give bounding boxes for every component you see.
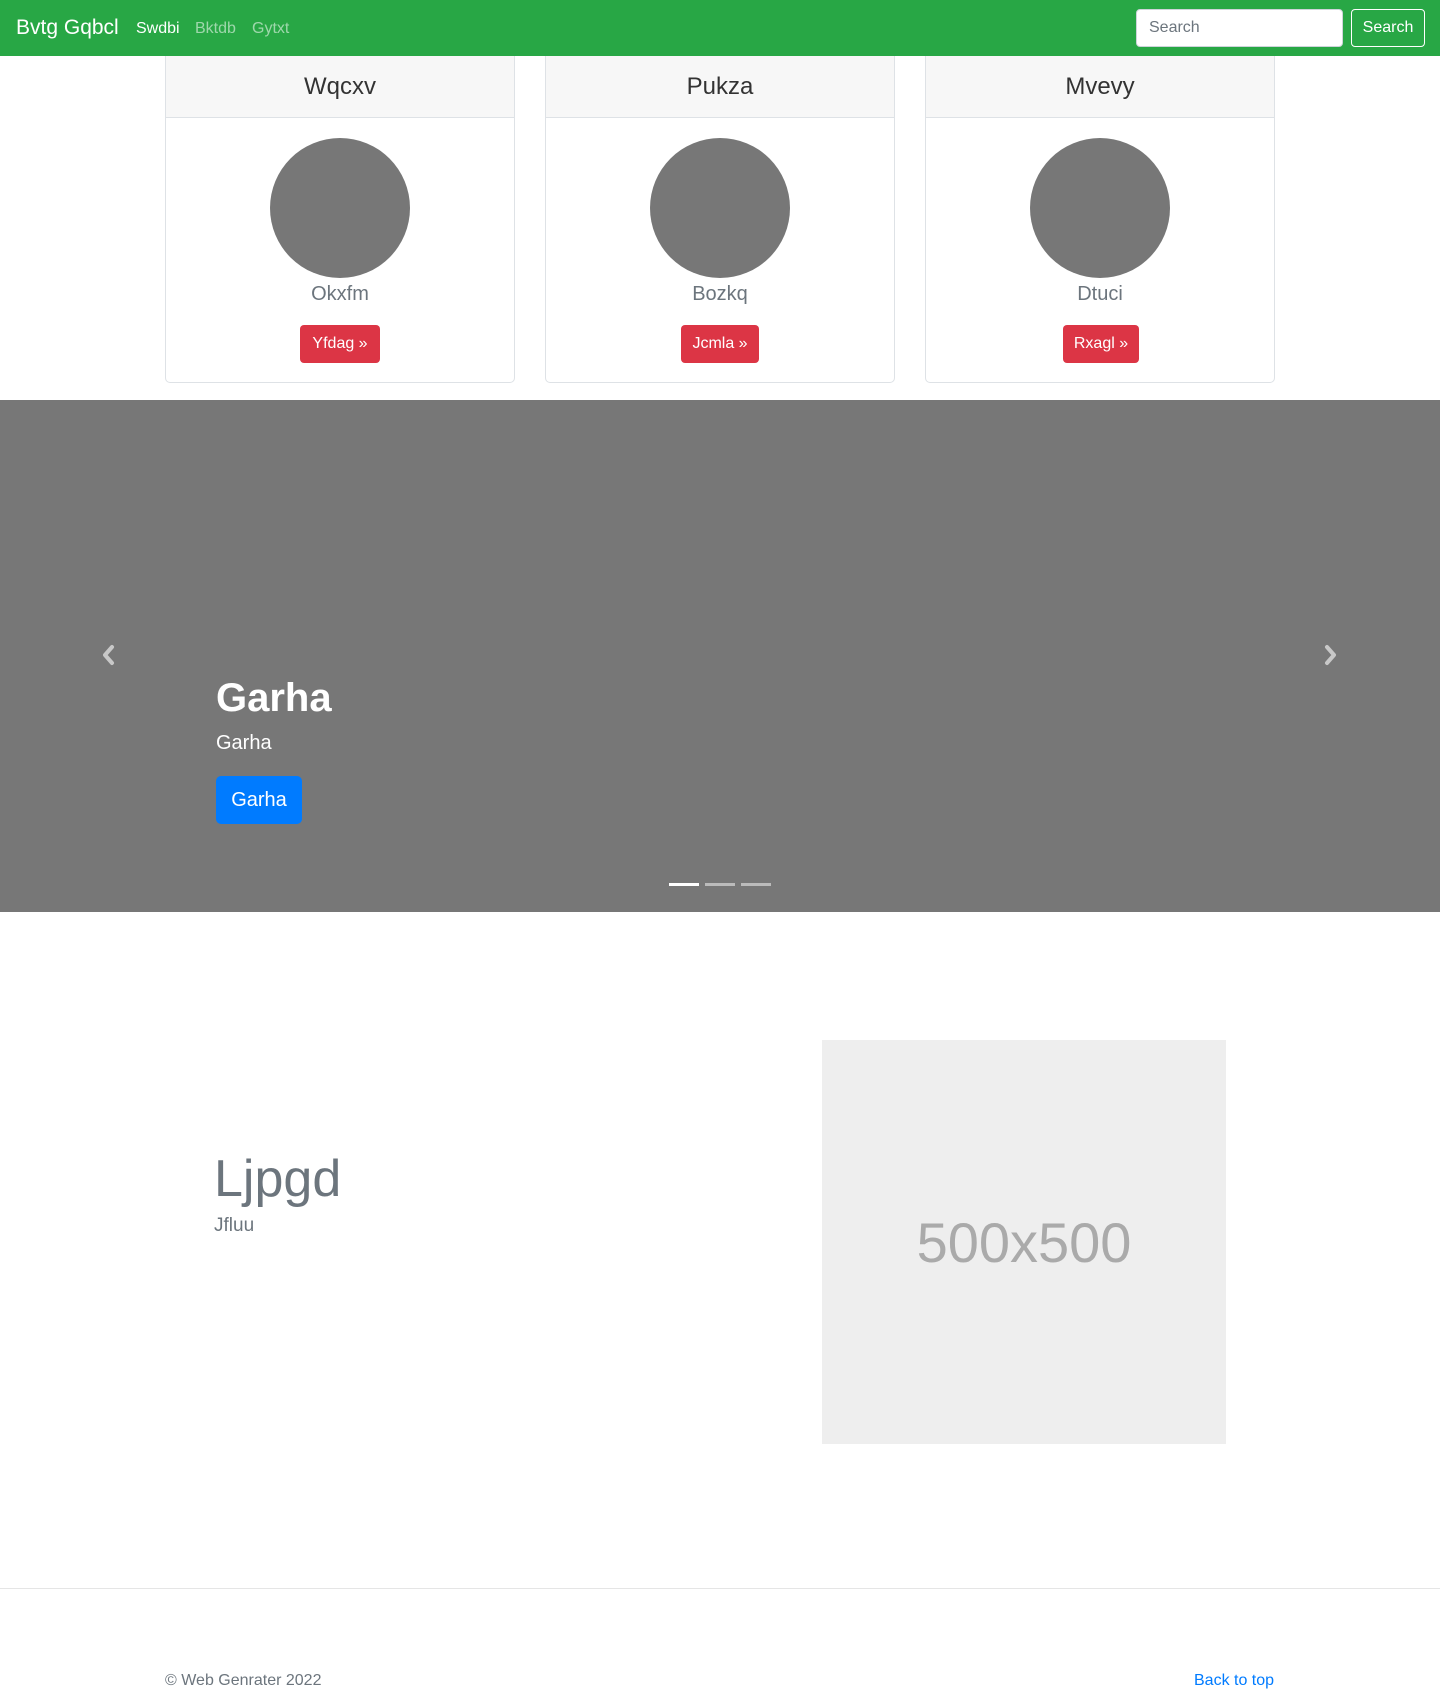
card-button[interactable]: Jcmla » (681, 325, 759, 363)
feature-subheading: Jfluu (214, 1215, 255, 1236)
profile-card: Wqcxv Okxfm Yfdag » (165, 56, 515, 383)
card-button[interactable]: Rxagl » (1063, 325, 1139, 363)
card-header: Wqcxv (166, 56, 514, 118)
card-header: Pukza (546, 56, 894, 118)
profile-card: Mvevy Dtuci Rxagl » (925, 56, 1275, 383)
carousel-indicator[interactable] (669, 883, 699, 886)
nav-link-swdbi[interactable]: Swdbi (136, 18, 180, 40)
carousel-title: Garha (216, 676, 332, 720)
search-button[interactable]: Search (1351, 9, 1425, 47)
back-to-top-link[interactable]: Back to top (1194, 1670, 1274, 1692)
avatar (650, 138, 790, 278)
carousel-text: Garha (216, 732, 272, 754)
feature-heading: Ljpgd (214, 1150, 342, 1208)
navbar: Bvtg Gqbcl Swdbi Bktdb Gytxt Search (0, 0, 1440, 56)
carousel-button[interactable]: Garha (216, 776, 302, 824)
search-input[interactable] (1136, 9, 1343, 47)
profile-card: Pukza Bozkq Jcmla » (545, 56, 895, 383)
brand-link[interactable]: Bvtg Gqbcl (16, 13, 119, 43)
avatar (1030, 138, 1170, 278)
nav-link-bktdb[interactable]: Bktdb (195, 18, 236, 40)
footer-copyright: © Web Genrater 2022 (165, 1672, 322, 1689)
placeholder-label: 500x500 (916, 1210, 1132, 1274)
card-name: Dtuci (1077, 283, 1123, 305)
chevron-right-icon[interactable] (1321, 640, 1341, 670)
carousel: Garha Garha Garha (0, 400, 1440, 912)
card-header: Mvevy (926, 56, 1274, 118)
footer-divider (0, 1588, 1440, 1589)
card-name: Okxfm (311, 283, 369, 305)
nav-link-gytxt[interactable]: Gytxt (252, 18, 289, 40)
carousel-indicator[interactable] (741, 883, 771, 886)
card-name: Bozkq (692, 283, 748, 305)
chevron-left-icon[interactable] (98, 640, 118, 670)
placeholder-image: 500x500 (822, 1040, 1226, 1444)
carousel-indicator[interactable] (705, 883, 735, 886)
card-button[interactable]: Yfdag » (300, 325, 380, 363)
avatar (270, 138, 410, 278)
